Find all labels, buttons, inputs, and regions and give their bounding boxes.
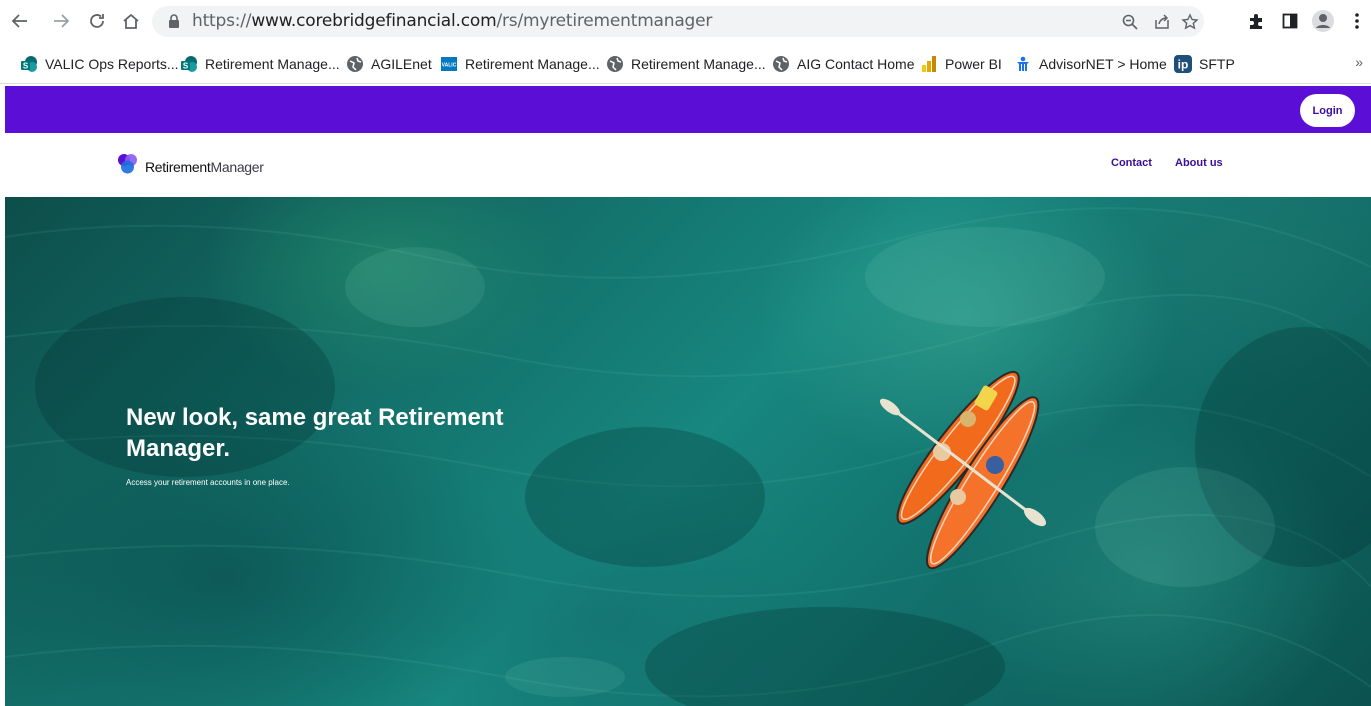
ip-icon: ip — [1174, 55, 1192, 73]
reload-icon[interactable] — [84, 8, 110, 34]
valic-icon: VALIC — [440, 55, 458, 73]
login-button[interactable]: Login — [1300, 94, 1355, 127]
bookmark-star-icon[interactable] — [1180, 12, 1200, 32]
bookmark-label: SFTP — [1199, 56, 1235, 72]
hero-title: New look, same great Retirement Manager. — [126, 404, 504, 462]
bookmark-label: AdvisorNET > Home — [1039, 56, 1167, 72]
bookmark-label: Retirement Manage... — [205, 56, 340, 72]
logo-mark-icon — [117, 153, 139, 180]
bookmark-retirement-manager-3[interactable]: Retirement Manage... — [606, 53, 766, 75]
extensions-icon[interactable] — [1244, 9, 1268, 33]
globe-icon — [606, 55, 624, 73]
bookmarks-bar: S VALIC Ops Reports... S Retirement Mana… — [0, 44, 1371, 84]
bookmark-label: VALIC Ops Reports... — [45, 56, 179, 72]
site-header: RetirementManager Contact About us — [5, 133, 1371, 197]
profile-avatar-icon[interactable] — [1311, 9, 1335, 33]
side-panel-icon[interactable] — [1278, 9, 1302, 33]
retirement-manager-logo[interactable]: RetirementManager — [117, 153, 264, 180]
browser-toolbar: https://www.corebridgefinancial.com/rs/m… — [0, 0, 1371, 44]
bookmark-label: AIG Contact Home — [797, 56, 915, 72]
bookmark-label: AGILEnet — [371, 56, 432, 72]
svg-text:S: S — [183, 62, 189, 71]
globe-icon — [772, 55, 790, 73]
back-arrow-icon[interactable] — [7, 8, 33, 34]
powerbi-icon — [920, 55, 938, 73]
bookmark-advisornet-home[interactable]: AdvisorNET > Home — [1014, 53, 1167, 75]
bookmarks-overflow-button[interactable]: » — [1355, 54, 1363, 70]
bookmark-sftp[interactable]: ip SFTP — [1174, 53, 1235, 75]
bookmark-agilenet[interactable]: AGILEnet — [346, 53, 432, 75]
menu-kebab-icon[interactable] — [1345, 9, 1369, 33]
bookmark-retirement-manager-2[interactable]: VALIC Retirement Manage... — [440, 53, 600, 75]
hero-banner: New look, same great Retirement Manager.… — [5, 197, 1371, 706]
bookmark-label: Retirement Manage... — [631, 56, 766, 72]
svg-text:S: S — [23, 62, 29, 71]
globe-icon — [346, 55, 364, 73]
url-text[interactable]: https://www.corebridgefinancial.com/rs/m… — [192, 12, 712, 31]
hero-subtitle: Access your retirement accounts in one p… — [126, 478, 290, 487]
address-bar[interactable]: https://www.corebridgefinancial.com/rs/m… — [152, 6, 1204, 37]
bookmark-label: Retirement Manage... — [465, 56, 600, 72]
svg-text:ip: ip — [1178, 58, 1189, 72]
nav-about-us-link[interactable]: About us — [1175, 157, 1223, 169]
svg-text:VALIC: VALIC — [442, 63, 457, 69]
zoom-icon[interactable] — [1120, 12, 1140, 32]
bookmark-retirement-manager-1[interactable]: S Retirement Manage... — [180, 53, 340, 75]
forward-arrow-icon[interactable] — [48, 8, 74, 34]
sharepoint-icon: S — [20, 55, 38, 73]
lock-icon[interactable] — [168, 14, 180, 33]
advisornet-icon — [1014, 55, 1032, 73]
share-icon[interactable] — [1152, 12, 1172, 32]
nav-contact-link[interactable]: Contact — [1111, 157, 1152, 169]
logo-text: RetirementManager — [145, 158, 264, 175]
bookmark-power-bi[interactable]: Power BI — [920, 53, 1002, 75]
home-icon[interactable] — [118, 8, 144, 34]
kayaks-image — [879, 370, 1046, 570]
bookmark-valic-ops-reports[interactable]: S VALIC Ops Reports... — [20, 53, 179, 75]
bookmark-label: Power BI — [945, 56, 1002, 72]
site-top-bar: Login — [5, 86, 1371, 133]
sharepoint-icon: S — [180, 55, 198, 73]
bookmark-aig-contact-home[interactable]: AIG Contact Home — [772, 53, 915, 75]
